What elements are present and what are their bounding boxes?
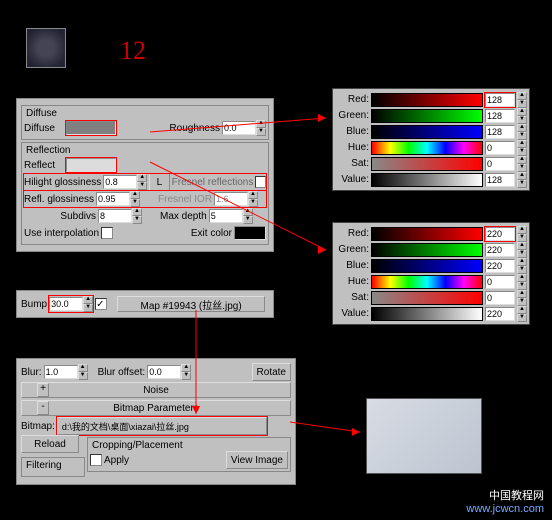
green-label: Green: (335, 110, 369, 121)
sat-label: Sat: (335, 158, 369, 169)
apply-label: Apply (104, 455, 129, 466)
diffuse-color-swatch[interactable] (66, 121, 116, 135)
green-value[interactable] (485, 243, 515, 257)
watermark: 中国教程网 www.jcwcn.com (466, 490, 544, 516)
exit-color-swatch[interactable] (234, 226, 266, 240)
color-picker-1: Red:▲▼ Green:▲▼ Blue:▲▼ Hue:▲▼ Sat:▲▼ Va… (332, 88, 530, 191)
value-value[interactable] (485, 173, 515, 187)
hue-slider[interactable] (371, 275, 483, 289)
bitmap-params-header[interactable]: - Bitmap Parameters (21, 400, 291, 416)
reflect-color-swatch[interactable] (66, 158, 116, 172)
hue-value[interactable] (485, 141, 515, 155)
refl-gloss-label: Refl. glossiness (24, 194, 94, 205)
sat-value[interactable] (485, 157, 515, 171)
red-value[interactable] (485, 93, 515, 107)
red-label: Red: (335, 94, 369, 105)
roughness-spinner[interactable]: ▲▼ (222, 120, 266, 136)
bitmap-path-button[interactable]: d:\我的文档\桌面\xiazai\拉丝.jpg (57, 417, 267, 435)
sat-slider[interactable] (371, 291, 483, 305)
l-button[interactable]: L (149, 173, 169, 191)
step-number: 12 (120, 36, 146, 66)
blur-offset-label: Blur offset: (98, 367, 146, 378)
hilight-gloss-spinner[interactable]: ▲▼ (103, 174, 147, 190)
sat-value[interactable] (485, 291, 515, 305)
material-thumbnail (26, 28, 66, 68)
filtering-label: Filtering (24, 460, 64, 471)
max-depth-spinner[interactable]: ▲▼ (209, 208, 253, 224)
red-slider[interactable] (371, 93, 483, 107)
blue-value[interactable] (485, 125, 515, 139)
bump-label: Bump (21, 299, 47, 310)
reload-button[interactable]: Reload (21, 435, 79, 453)
blue-label: Blue: (335, 126, 369, 137)
material-panel: Diffuse Diffuse Roughness ▲▼ Reflection … (16, 98, 274, 252)
blue-slider[interactable] (371, 259, 483, 273)
color-picker-2: Red:▲▼ Green:▲▼ Blue:▲▼ Hue:▲▼ Sat:▲▼ Va… (332, 222, 530, 325)
hue-slider[interactable] (371, 141, 483, 155)
green-slider[interactable] (371, 243, 483, 257)
bump-checkbox[interactable]: ✓ (95, 298, 107, 310)
exit-color-label: Exit color (191, 228, 232, 239)
blue-value[interactable] (485, 259, 515, 273)
fresnel-ior-label: Fresnel IOR (158, 194, 212, 205)
bitmap-collapse-icon[interactable]: - (37, 401, 49, 415)
diffuse-label: Diffuse (24, 123, 64, 134)
bitmap-panel: Blur: ▲▼ Blur offset: ▲▼ Rotate + Noise … (16, 358, 296, 485)
fresnel-label: Fresnel reflections (172, 177, 254, 188)
blur-offset-spinner[interactable]: ▲▼ (147, 364, 191, 380)
green-slider[interactable] (371, 109, 483, 123)
bitmap-preview (366, 398, 482, 474)
rotate-button[interactable]: Rotate (252, 363, 291, 381)
blur-label: Blur: (21, 367, 42, 378)
bitmap-label: Bitmap: (21, 421, 55, 432)
value-value[interactable] (485, 307, 515, 321)
cropping-label: Cropping/Placement (90, 440, 288, 451)
value-slider[interactable] (371, 173, 483, 187)
bump-map-button[interactable]: Map #19943 (拉丝.jpg) (117, 296, 265, 312)
hilight-gloss-label: Hilight glossiness (24, 177, 101, 188)
reflection-group: Reflection Reflect Hilight glossiness ▲▼… (21, 142, 269, 245)
subdivs-label: Subdivs (24, 211, 96, 222)
noise-header[interactable]: + Noise (21, 382, 291, 398)
red-value[interactable] (485, 227, 515, 241)
diffuse-title: Diffuse (24, 108, 266, 119)
green-value[interactable] (485, 109, 515, 123)
hue-label: Hue: (335, 142, 369, 153)
use-interp-label: Use interpolation (24, 228, 99, 239)
hue-value[interactable] (485, 275, 515, 289)
sat-slider[interactable] (371, 157, 483, 171)
max-depth-label: Max depth (160, 211, 207, 222)
refl-gloss-spinner[interactable]: ▲▼ (96, 191, 140, 207)
fresnel-ior-spinner[interactable]: ▲▼ (214, 191, 258, 207)
value-label: Value: (335, 174, 369, 185)
reflection-title: Reflection (24, 145, 266, 156)
roughness-label: Roughness (169, 123, 220, 134)
bump-spinner[interactable]: ▲▼ (49, 296, 93, 312)
blue-slider[interactable] (371, 125, 483, 139)
use-interp-checkbox[interactable] (101, 227, 113, 239)
bump-panel: Bump ▲▼ ✓ Map #19943 (拉丝.jpg) (16, 290, 274, 318)
reflect-label: Reflect (24, 160, 64, 171)
subdivs-spinner[interactable]: ▲▼ (98, 208, 142, 224)
diffuse-group: Diffuse Diffuse Roughness ▲▼ (21, 105, 269, 140)
red-slider[interactable] (371, 227, 483, 241)
blur-spinner[interactable]: ▲▼ (44, 364, 88, 380)
apply-checkbox[interactable] (90, 454, 102, 466)
value-slider[interactable] (371, 307, 483, 321)
noise-expand-icon[interactable]: + (37, 383, 49, 397)
fresnel-checkbox[interactable] (255, 176, 266, 188)
view-image-button[interactable]: View Image (226, 451, 288, 469)
